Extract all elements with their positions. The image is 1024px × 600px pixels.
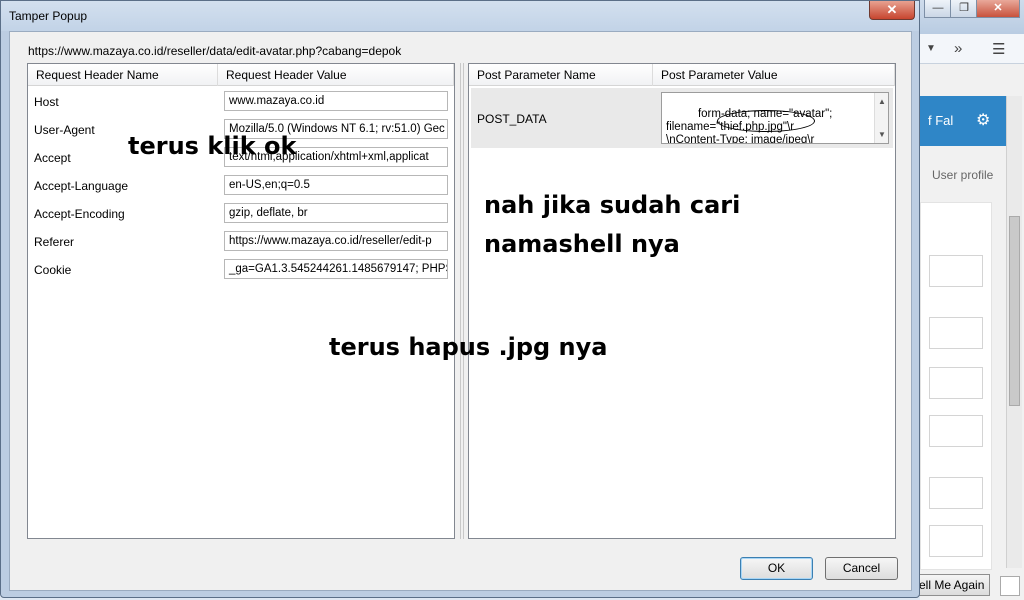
minimize-button[interactable]: —: [924, 0, 952, 18]
header-value-input[interactable]: www.mazaya.co.id: [224, 91, 448, 111]
maximize-button[interactable]: ❐: [950, 0, 978, 18]
table-row: Referer https://www.mazaya.co.id/reselle…: [28, 228, 454, 256]
header-name: Host: [34, 95, 59, 109]
header-value-input[interactable]: https://www.mazaya.co.id/reseller/edit-p: [224, 231, 448, 251]
dialog-close-button[interactable]: ✕: [869, 1, 915, 20]
form-field[interactable]: [929, 415, 983, 447]
annotation-click-ok: terus klik ok: [128, 132, 297, 160]
header-name: Accept-Encoding: [34, 207, 125, 221]
column-header-param-name[interactable]: Post Parameter Name: [469, 64, 653, 86]
user-profile-label[interactable]: User profile: [932, 168, 993, 182]
filename-highlight-circle: [717, 110, 815, 132]
table-row: Accept-Language en-US,en;q=0.5: [28, 172, 454, 200]
header-value-input[interactable]: gzip, deflate, br: [224, 203, 448, 223]
dialog-titlebar[interactable]: Tamper Popup ✕: [1, 1, 919, 31]
banner-text: f Fal: [928, 113, 954, 128]
tell-me-again-button[interactable]: ell Me Again: [912, 574, 990, 596]
column-header-value[interactable]: Request Header Value: [218, 64, 454, 86]
page-scrollbar[interactable]: [1006, 96, 1022, 568]
blue-banner: f Fal ⚙: [920, 96, 1006, 146]
header-name: Accept: [34, 151, 71, 165]
post-parameters-table: Post Parameter Name Post Parameter Value…: [468, 63, 896, 539]
header-value-input[interactable]: en-US,en;q=0.5: [224, 175, 448, 195]
request-url: https://www.mazaya.co.id/reseller/data/e…: [28, 44, 402, 58]
dialog-title: Tamper Popup: [9, 9, 88, 23]
annotation-remove-jpg: terus hapus .jpg nya: [329, 333, 608, 361]
dropdown-arrow-icon[interactable]: ▼: [926, 43, 936, 54]
dialog-body: https://www.mazaya.co.id/reseller/data/e…: [9, 31, 912, 591]
post-data-textarea[interactable]: form-data; name="avatar"; filename="thie…: [661, 92, 889, 144]
cancel-button[interactable]: Cancel: [825, 557, 898, 580]
pane-splitter[interactable]: [460, 63, 464, 539]
form-field[interactable]: [929, 525, 983, 557]
table-row: Cookie _ga=GA1.3.545244261.1485679147; P…: [28, 256, 454, 284]
column-header-name[interactable]: Request Header Name: [28, 64, 218, 86]
overflow-chevron-icon[interactable]: »: [954, 40, 962, 57]
form-field[interactable]: [929, 477, 983, 509]
ok-button[interactable]: OK: [740, 557, 813, 580]
hamburger-menu-icon[interactable]: ☰: [992, 40, 1005, 58]
table-row: Host www.mazaya.co.id: [28, 88, 454, 116]
corner-box: [1000, 576, 1020, 596]
tamper-popup-dialog: Tamper Popup ✕ https://www.mazaya.co.id/…: [0, 0, 920, 598]
header-name: Referer: [34, 235, 75, 249]
header-name: Cookie: [34, 263, 72, 277]
table-row: Accept-Encoding gzip, deflate, br: [28, 200, 454, 228]
scroll-down-arrow-icon[interactable]: ▼: [878, 128, 886, 141]
annotation-find-shell-line2: namashell nya: [484, 230, 680, 258]
table-row: POST_DATA form-data; name="avatar"; file…: [471, 88, 893, 148]
header-name: User-Agent: [34, 123, 95, 137]
column-header-param-value[interactable]: Post Parameter Value: [653, 64, 895, 86]
scroll-up-arrow-icon[interactable]: ▲: [878, 95, 886, 108]
window-close-button[interactable]: ✕: [976, 0, 1020, 18]
textarea-scrollbar[interactable]: ▲ ▼: [874, 93, 888, 143]
form-field[interactable]: [929, 367, 983, 399]
post-param-name: POST_DATA: [477, 112, 547, 126]
profile-form-panel: [920, 202, 992, 570]
annotation-find-shell: nah jika sudah cari namashell nya: [484, 186, 740, 264]
post-table-header: Post Parameter Name Post Parameter Value: [469, 64, 895, 86]
header-value-input[interactable]: _ga=GA1.3.545244261.1485679147; PHPSE: [224, 259, 448, 279]
background-toolbar: ▼ » ☰: [920, 34, 1024, 64]
form-field[interactable]: [929, 317, 983, 349]
annotation-find-shell-line1: nah jika sudah cari: [484, 191, 741, 219]
header-name: Accept-Language: [34, 179, 129, 193]
form-field[interactable]: [929, 255, 983, 287]
headers-table-header: Request Header Name Request Header Value: [28, 64, 454, 86]
scrollbar-thumb[interactable]: [1009, 216, 1020, 406]
gear-icon[interactable]: ⚙: [976, 110, 990, 130]
